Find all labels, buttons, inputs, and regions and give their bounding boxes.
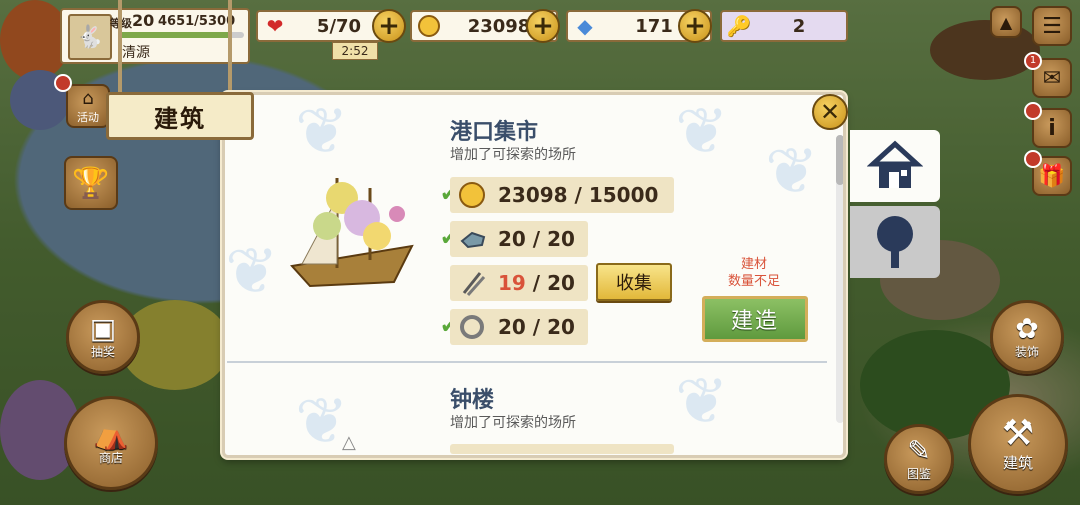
event-badge xyxy=(54,74,72,92)
collection-button[interactable]: ✎ 图鉴 xyxy=(884,424,954,494)
collection-label: 图鉴 xyxy=(906,466,931,481)
item-title: 钟楼 xyxy=(450,388,495,413)
sign-rope xyxy=(228,0,232,92)
construct-button[interactable]: 建造 xyxy=(702,296,808,342)
leaf-decoration: ❦ xyxy=(295,385,349,458)
requirement-nails: 19 / 20 xyxy=(450,265,588,301)
tree-icon xyxy=(877,216,913,268)
req-have: 23098 xyxy=(498,183,568,207)
decorate-label: 装饰 xyxy=(1014,344,1039,359)
add-coins-button[interactable]: + xyxy=(526,9,560,43)
keys-value: 2 xyxy=(792,15,806,37)
gift-badge xyxy=(1024,150,1042,168)
shop-button[interactable]: ⛺ 商店 xyxy=(64,396,158,490)
gem-icon: ◆ xyxy=(577,14,593,38)
build-button-main[interactable]: ⚒ 建筑 xyxy=(968,394,1068,494)
req-separator: / xyxy=(567,183,589,207)
leaf-decoration: ❦ xyxy=(225,235,279,309)
nails-icon xyxy=(456,269,488,297)
close-icon[interactable]: ✕ xyxy=(812,94,848,130)
scrollbar[interactable] xyxy=(836,135,843,423)
sign-rope xyxy=(118,0,122,92)
xp-text: 4651/5300 xyxy=(158,14,236,29)
requirement-row-partial xyxy=(450,444,674,454)
req-have: 20 xyxy=(498,315,526,339)
lottery-button[interactable]: ▣ 抽奖 xyxy=(66,300,140,374)
treasure-chest-icon: ▣ xyxy=(89,311,117,345)
player-name: 清源 xyxy=(122,45,150,61)
event-label: 活动 xyxy=(77,110,99,124)
leaf-decoration: ❦ xyxy=(675,365,729,439)
leaf-decoration: ❦ xyxy=(675,95,729,169)
rope-icon xyxy=(456,313,488,341)
keys-counter: 🔑 2 xyxy=(720,10,848,42)
item-title: 港口集市 xyxy=(450,120,539,145)
warning-line-2: 数量不足 xyxy=(727,274,780,289)
requirement-coins: 23098 / 15000 xyxy=(450,177,674,213)
shop-stall-icon: ⛺ xyxy=(93,417,129,451)
mail-badge: 1 xyxy=(1024,52,1042,70)
xp-bar xyxy=(118,32,244,38)
req-have: 20 xyxy=(498,227,526,251)
xp-bar-fill xyxy=(118,32,229,38)
leaf-decoration: ❦ xyxy=(765,135,819,209)
flower-icon: ✿ xyxy=(1015,311,1039,345)
key-icon: 🔑 xyxy=(726,14,752,38)
tab-trees[interactable] xyxy=(850,206,940,278)
hammer-icon: ⚒ xyxy=(1001,412,1035,454)
add-hearts-button[interactable]: + xyxy=(372,9,406,43)
event-button[interactable]: ⌂ 活动 xyxy=(66,84,110,128)
fox-icon: △ xyxy=(342,432,356,453)
level-number: 20 xyxy=(132,11,155,30)
panel-header: 建筑 xyxy=(106,92,254,140)
rabbit-icon: ✎ xyxy=(907,433,931,467)
add-gems-button[interactable]: + xyxy=(678,9,712,43)
shop-label: 商店 xyxy=(98,450,123,465)
requirement-rope: 20 / 20 xyxy=(450,309,588,345)
item-description: 增加了可探索的场所 xyxy=(450,147,576,163)
player-info[interactable]: 🐇 等级 20 4651/5300 清源 xyxy=(60,8,250,64)
harbor-market-ship-image xyxy=(290,178,414,288)
item-description: 增加了可探索的场所 xyxy=(450,415,576,431)
insufficient-materials-warning: 建材 数量不足 xyxy=(722,256,786,290)
build-main-label: 建筑 xyxy=(1002,453,1033,472)
info-badge xyxy=(1024,102,1042,120)
heart-icon: ❤ xyxy=(266,14,284,38)
req-need: 20 xyxy=(547,227,575,251)
req-separator: / xyxy=(525,271,548,295)
req-need: 15000 xyxy=(588,183,659,207)
req-need: 20 xyxy=(547,315,575,339)
item-divider xyxy=(227,361,827,363)
requirement-stone: 20 / 20 xyxy=(450,221,588,257)
req-need: 20 xyxy=(547,271,575,295)
tab-buildings[interactable] xyxy=(850,130,940,202)
collect-button[interactable]: 收集 xyxy=(596,263,672,301)
house-icon xyxy=(867,140,923,188)
coin-icon xyxy=(456,181,488,209)
menu-icon[interactable]: ☰ xyxy=(1032,6,1072,46)
req-separator: / xyxy=(525,227,548,251)
lottery-label: 抽奖 xyxy=(90,344,115,359)
scrollbar-thumb[interactable] xyxy=(836,135,843,185)
req-separator: / xyxy=(525,315,548,339)
trophy-icon[interactable]: 🏆 xyxy=(64,156,118,210)
decorate-button[interactable]: ✿ 装饰 xyxy=(990,300,1064,374)
coin-icon xyxy=(416,13,442,39)
req-have-short: 19 xyxy=(498,271,526,295)
avatar: 🐇 xyxy=(68,14,112,60)
collapse-arrow-icon[interactable]: ▲ xyxy=(990,6,1022,38)
event-icon: ⌂ xyxy=(82,87,94,109)
heart-timer: 2:52 xyxy=(332,42,378,60)
stone-block-icon xyxy=(456,225,488,253)
leaf-decoration: ❦ xyxy=(295,95,349,169)
warning-line-1: 建材 xyxy=(740,257,767,272)
